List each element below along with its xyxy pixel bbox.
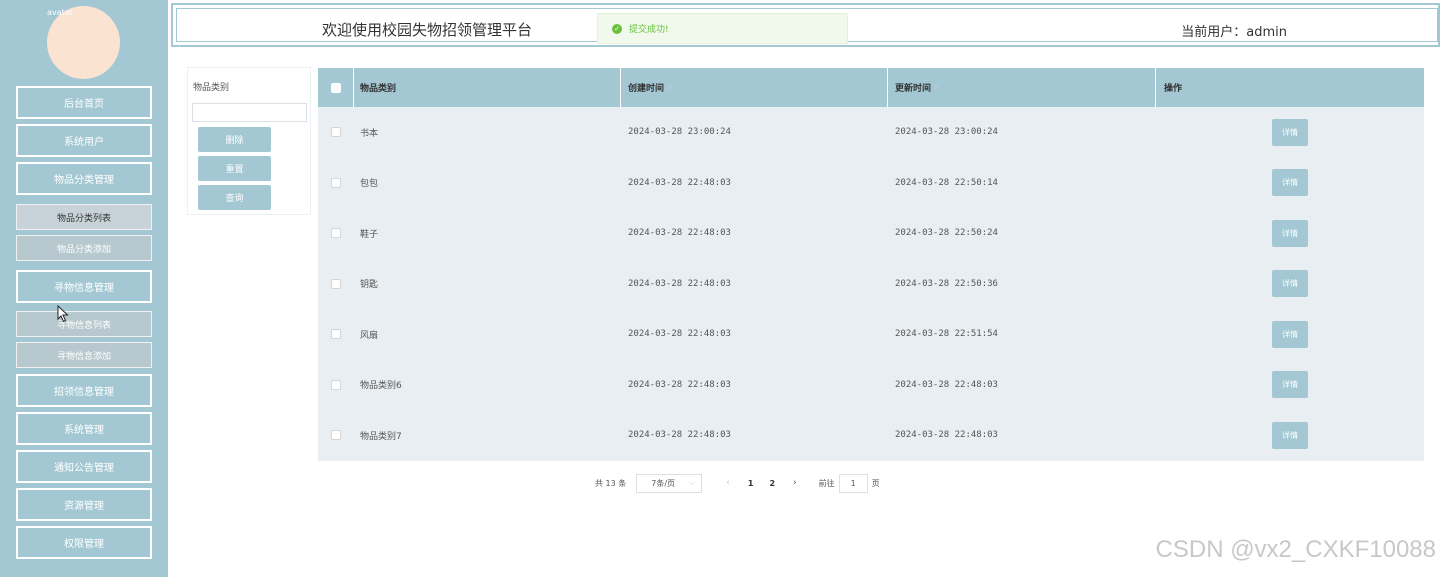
current-user: 当前用户：admin bbox=[1181, 21, 1287, 40]
sidebar-item-system-management[interactable]: 系统管理 bbox=[16, 412, 152, 445]
select-all-checkbox[interactable] bbox=[330, 82, 341, 93]
cell-created: 2024-03-28 22:48:03 bbox=[628, 329, 731, 340]
cell-category: 包包 bbox=[360, 179, 379, 190]
table-row: 物品类别6 2024-03-28 22:48:03 2024-03-28 22:… bbox=[318, 359, 1424, 410]
header-created[interactable]: 创建时间 ◇ bbox=[621, 68, 888, 107]
detail-button[interactable]: 详情 bbox=[1272, 169, 1308, 197]
sidebar-item-lost-info-management[interactable]: 寻物信息管理 bbox=[16, 270, 152, 303]
next-page-icon[interactable]: › bbox=[793, 478, 797, 488]
sidebar-subitem-lost-info-add[interactable]: 寻物信息添加 bbox=[16, 342, 152, 368]
row-checkbox[interactable] bbox=[331, 329, 341, 340]
page-number[interactable]: 1 bbox=[748, 479, 754, 488]
table-row: 物品类别7 2024-03-28 22:48:03 2024-03-28 22:… bbox=[318, 410, 1424, 461]
row-checkbox[interactable] bbox=[331, 278, 341, 289]
sidebar: avatar 后台首页 系统用户 物品分类管理 物品分类列表 物品分类添加 寻物… bbox=[0, 0, 168, 577]
row-checkbox[interactable] bbox=[331, 127, 341, 138]
cell-category: 书本 bbox=[360, 128, 379, 139]
page-suffix: 页 bbox=[871, 478, 880, 488]
sort-icon[interactable]: ◇ bbox=[667, 84, 672, 91]
cell-updated: 2024-03-28 22:50:24 bbox=[895, 228, 998, 239]
page-title: 欢迎使用校园失物招领管理平台 bbox=[322, 21, 533, 39]
delete-button[interactable]: 删除 bbox=[198, 127, 271, 152]
current-user-label: 当前用户： bbox=[1181, 25, 1247, 40]
cell-category: 风扇 bbox=[360, 330, 379, 341]
reset-button[interactable]: 重置 bbox=[198, 156, 271, 181]
cell-updated: 2024-03-28 22:50:14 bbox=[895, 177, 998, 188]
sidebar-item-resource-management[interactable]: 资源管理 bbox=[16, 488, 152, 521]
row-checkbox[interactable] bbox=[331, 379, 341, 390]
cell-updated: 2024-03-28 22:48:03 bbox=[895, 430, 998, 441]
goto-label: 前往 bbox=[818, 478, 835, 488]
cell-category: 物品类别7 bbox=[360, 431, 402, 442]
category-filter-input[interactable] bbox=[192, 103, 307, 122]
detail-button[interactable]: 详情 bbox=[1272, 371, 1308, 399]
cell-created: 2024-03-28 22:48:03 bbox=[628, 177, 731, 188]
sidebar-item-home[interactable]: 后台首页 bbox=[16, 86, 152, 119]
detail-button[interactable]: 详情 bbox=[1272, 118, 1308, 146]
filter-panel: 物品类别 删除 重置 查询 bbox=[187, 67, 311, 215]
header-category-label: 物品类别 bbox=[360, 84, 397, 94]
toast-message: 提交成功! bbox=[629, 25, 669, 35]
table-row: 风扇 2024-03-28 22:48:03 2024-03-28 22:51:… bbox=[318, 309, 1424, 360]
detail-button[interactable]: 详情 bbox=[1272, 421, 1308, 449]
cell-category: 钥匙 bbox=[360, 280, 379, 291]
header-category: 物品类别 bbox=[354, 68, 621, 107]
chevron-down-icon: ⌵ bbox=[689, 478, 696, 487]
detail-button[interactable]: 详情 bbox=[1272, 219, 1308, 247]
table-row: 鞋子 2024-03-28 22:48:03 2024-03-28 22:50:… bbox=[318, 208, 1424, 259]
table-header: 物品类别 创建时间 ◇ 更新时间 ◇ 操作 bbox=[318, 68, 1424, 107]
header-created-label: 创建时间 bbox=[628, 84, 665, 94]
success-toast: ✓ 提交成功! bbox=[597, 13, 848, 44]
sidebar-item-permission-management[interactable]: 权限管理 bbox=[16, 526, 152, 559]
cell-category: 物品类别6 bbox=[360, 381, 402, 392]
query-button[interactable]: 查询 bbox=[198, 185, 271, 210]
prev-page-icon[interactable]: ‹ bbox=[726, 478, 730, 488]
select-all-cell bbox=[318, 68, 354, 107]
sidebar-item-category-management[interactable]: 物品分类管理 bbox=[16, 162, 152, 195]
watermark: CSDN @vx2_CXKF10088 bbox=[1155, 536, 1436, 563]
detail-button[interactable]: 详情 bbox=[1272, 270, 1308, 298]
data-table: 物品类别 创建时间 ◇ 更新时间 ◇ 操作 书本 2024-03-28 23:00:… bbox=[318, 68, 1424, 461]
sidebar-item-found-info-management[interactable]: 招领信息管理 bbox=[16, 374, 152, 407]
sidebar-subitem-category-add[interactable]: 物品分类添加 bbox=[16, 235, 152, 261]
cell-updated: 2024-03-28 22:48:03 bbox=[895, 379, 998, 390]
sidebar-subitem-lost-info-list[interactable]: 寻物信息列表 bbox=[16, 311, 152, 337]
cell-created: 2024-03-28 22:48:03 bbox=[628, 278, 731, 289]
avatar-alt-text: avatar bbox=[47, 8, 73, 17]
cell-created: 2024-03-28 22:48:03 bbox=[628, 430, 731, 441]
pagination-total: 共 13 条 bbox=[595, 478, 627, 488]
page-size-select[interactable]: 7条/页 ⌵ bbox=[636, 473, 703, 493]
table-row: 包包 2024-03-28 22:48:03 2024-03-28 22:50:… bbox=[318, 157, 1424, 208]
table-body: 书本 2024-03-28 23:00:24 2024-03-28 23:00:… bbox=[318, 107, 1424, 461]
table-row: 书本 2024-03-28 23:00:24 2024-03-28 23:00:… bbox=[318, 107, 1424, 158]
row-checkbox[interactable] bbox=[331, 228, 341, 239]
header-updated-label: 更新时间 bbox=[895, 84, 932, 94]
sidebar-subitem-category-list[interactable]: 物品分类列表 bbox=[16, 204, 152, 230]
cell-created: 2024-03-28 23:00:24 bbox=[628, 127, 731, 138]
sidebar-item-notice-management[interactable]: 通知公告管理 bbox=[16, 450, 152, 483]
pagination: 共 13 条 7条/页 ⌵ ‹ 1 2 › 前往 1 页 bbox=[595, 473, 880, 493]
header-updated[interactable]: 更新时间 ◇ bbox=[888, 68, 1156, 107]
header-operation: 操作 bbox=[1156, 68, 1424, 107]
cell-category: 鞋子 bbox=[360, 229, 379, 240]
current-user-name: admin bbox=[1246, 25, 1287, 40]
page-number[interactable]: 2 bbox=[769, 479, 775, 488]
page-size-value: 7条/页 bbox=[651, 478, 676, 488]
header-operation-label: 操作 bbox=[1164, 84, 1183, 94]
sidebar-item-system-users[interactable]: 系统用户 bbox=[16, 124, 152, 157]
row-checkbox[interactable] bbox=[331, 177, 341, 188]
mouse-cursor-icon bbox=[57, 305, 69, 323]
table-row: 钥匙 2024-03-28 22:48:03 2024-03-28 22:50:… bbox=[318, 258, 1424, 309]
cell-created: 2024-03-28 22:48:03 bbox=[628, 379, 731, 390]
filter-label: 物品类别 bbox=[193, 83, 230, 93]
cell-created: 2024-03-28 22:48:03 bbox=[628, 228, 731, 239]
row-checkbox[interactable] bbox=[331, 430, 341, 441]
detail-button[interactable]: 详情 bbox=[1272, 320, 1308, 348]
cell-updated: 2024-03-28 23:00:24 bbox=[895, 127, 998, 138]
cell-updated: 2024-03-28 22:51:54 bbox=[895, 329, 998, 340]
sort-icon[interactable]: ◇ bbox=[934, 84, 939, 91]
check-circle-icon: ✓ bbox=[612, 23, 622, 34]
cell-updated: 2024-03-28 22:50:36 bbox=[895, 278, 998, 289]
goto-page-input[interactable]: 1 bbox=[838, 473, 868, 493]
